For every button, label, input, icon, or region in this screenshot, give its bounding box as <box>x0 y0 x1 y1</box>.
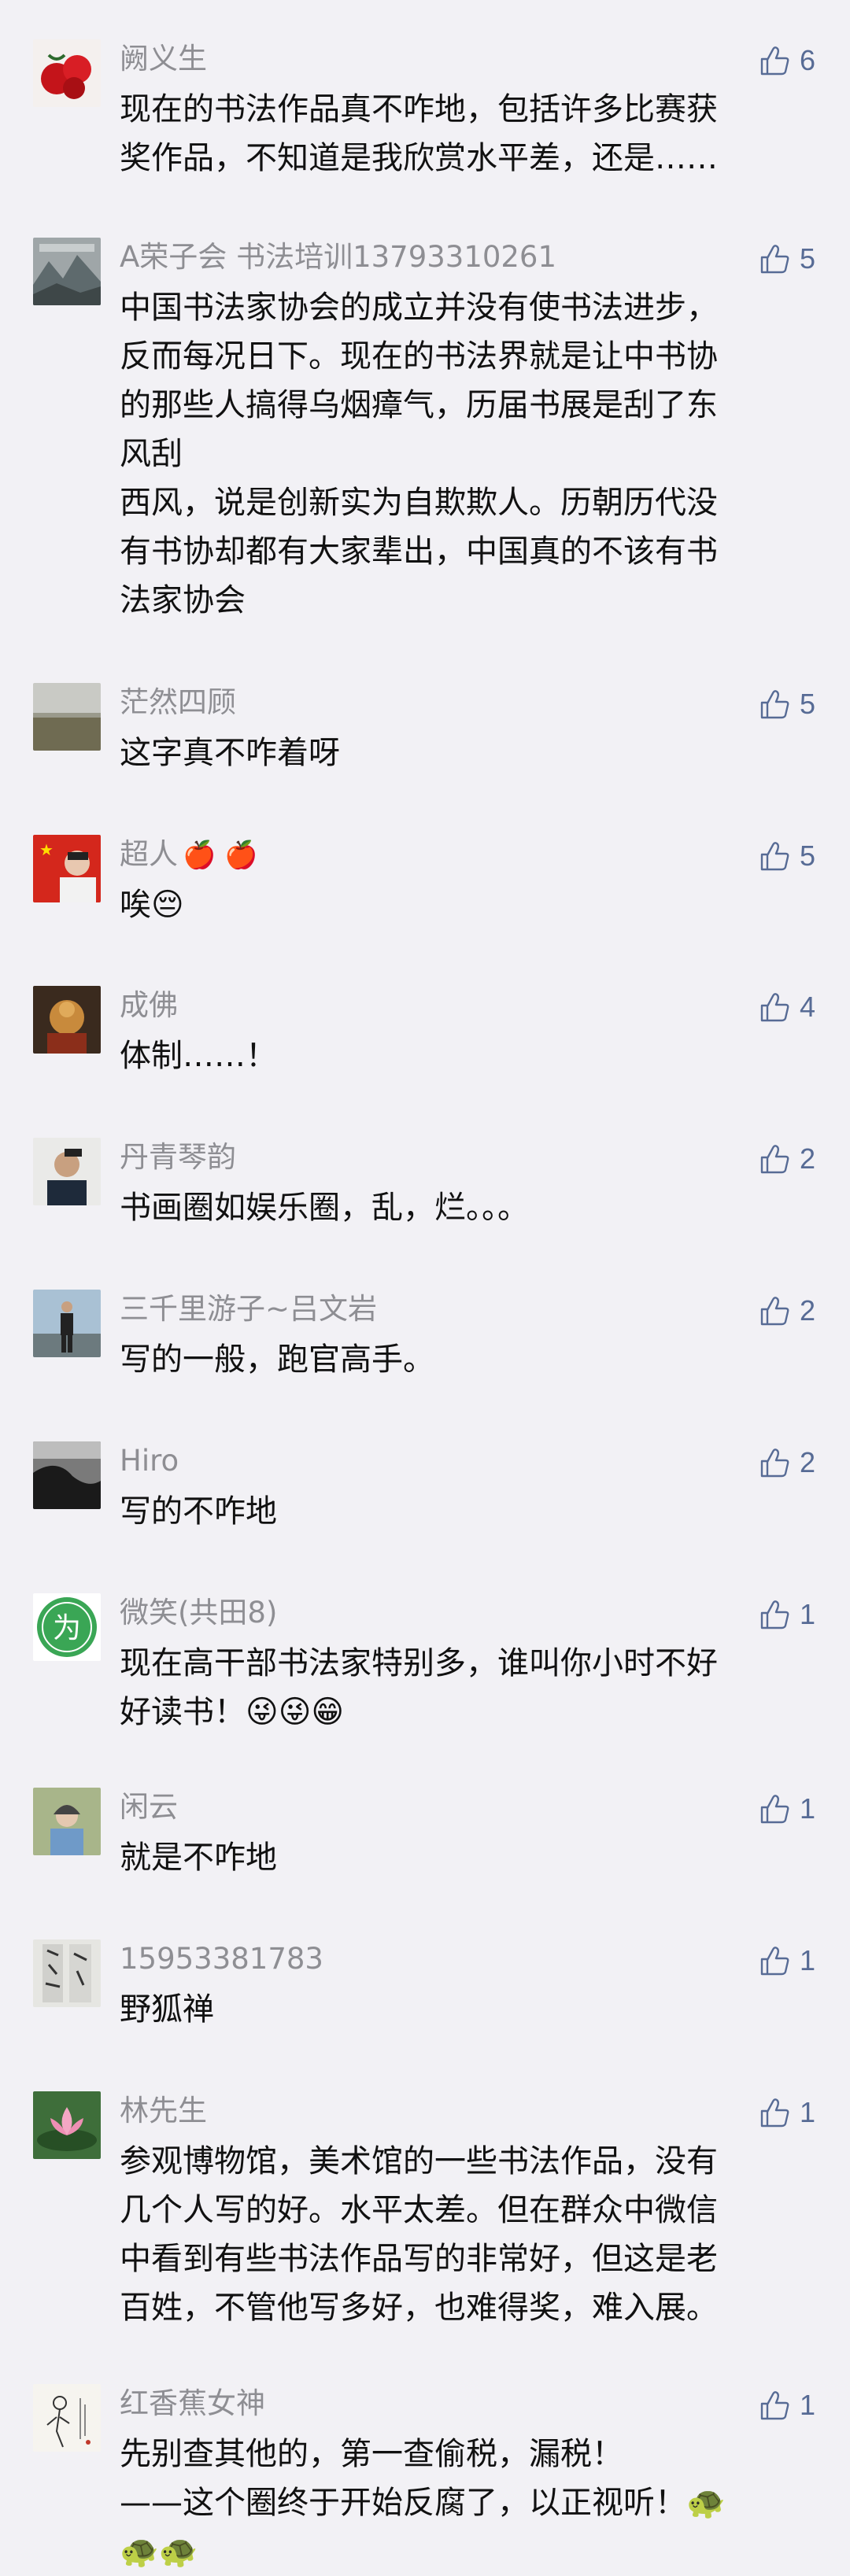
avatar[interactable] <box>33 2091 101 2159</box>
commenter-name-text: 闲云 <box>120 1790 178 1824</box>
thumbs-up-icon <box>760 690 789 719</box>
avatar[interactable]: 为 <box>33 1593 101 1661</box>
comment-text: 现在高干部书法家特别多，谁叫你小时不好 好读书！😜😜😁 <box>120 1645 718 1730</box>
like-button[interactable]: 1 <box>757 1595 817 1634</box>
thumbs-up-icon <box>760 993 789 1022</box>
commenter-name[interactable]: A荣子会 书法培训13793310261 <box>120 238 556 277</box>
like-button[interactable]: 1 <box>757 1941 817 1980</box>
comment-text: 现在的书法作品真不咋地，包括许多比赛获 奖作品，不知道是我欣赏水平差，还是…… <box>120 91 718 176</box>
commenter-name[interactable]: 林先生 <box>120 2091 207 2131</box>
commenter-name[interactable]: Hiro <box>120 1441 179 1481</box>
apple-emoji: 🍎 🍎 <box>183 840 258 871</box>
thumbs-up-icon <box>760 245 789 274</box>
comment-text: 参观博物馆，美术馆的一些书法作品，没有 几个人写的好。水平太差。但在群众中微信 … <box>120 2143 718 2326</box>
comment-text: 就是不咋地 <box>120 1840 277 1876</box>
thumbs-up-icon <box>760 842 789 871</box>
thumbs-up-icon <box>760 1297 789 1326</box>
like-button[interactable]: 5 <box>757 836 817 876</box>
like-count: 2 <box>800 1294 816 1327</box>
commenter-name-text: 超人 <box>120 837 178 871</box>
comment-list: 阙义生 6 现在的书法作品真不咋地，包括许多比赛获 奖作品，不知道是我欣赏水平差，还… <box>0 0 850 2574</box>
commenter-name[interactable]: 微笑(共田8) <box>120 1593 277 1633</box>
thumbs-up-icon <box>760 1145 789 1174</box>
thumbs-up-icon <box>760 46 789 76</box>
avatar[interactable] <box>33 683 101 751</box>
commenter-name[interactable]: 丹青琴韵 <box>120 1138 236 1177</box>
comment-text: 野狐禅 <box>120 1991 214 2028</box>
avatar[interactable] <box>33 1939 101 2007</box>
like-count: 5 <box>800 242 816 275</box>
avatar[interactable] <box>33 1290 101 1357</box>
like-button[interactable]: 4 <box>757 987 817 1027</box>
avatar[interactable] <box>33 39 101 107</box>
comment-text: 书画圈如娱乐圈，乱，烂。。。 <box>120 1190 529 1226</box>
commenter-name[interactable]: 阙义生 <box>120 39 207 79</box>
thumbs-up-icon <box>760 1600 789 1629</box>
commenter-name[interactable]: 成佛 <box>120 986 178 1025</box>
like-count: 6 <box>800 44 816 76</box>
like-count: 1 <box>800 2389 816 2421</box>
avatar[interactable] <box>33 2384 101 2452</box>
commenter-name-text: Hiro <box>120 1444 179 1478</box>
like-count: 1 <box>800 1792 816 1825</box>
like-button[interactable]: 2 <box>757 1291 817 1330</box>
comment-text: 唉😔 <box>120 887 184 923</box>
like-button[interactable]: 5 <box>757 239 817 279</box>
thumbs-up-icon <box>760 1947 789 1976</box>
commenter-name-text: 红香蕉女神 <box>120 2386 265 2420</box>
like-button[interactable]: 6 <box>757 41 817 80</box>
like-button[interactable]: 2 <box>757 1443 817 1482</box>
commenter-name[interactable]: 红香蕉女神 <box>120 2384 265 2423</box>
commenter-name-text: 15953381783 <box>120 1942 323 1976</box>
like-button[interactable]: 1 <box>757 2386 817 2425</box>
avatar[interactable] <box>33 238 101 305</box>
comment-text: 写的一般，跑官高手。 <box>120 1342 434 1378</box>
commenter-name-text: 三千里游子~吕文岩 <box>120 1292 378 1326</box>
avatar[interactable] <box>33 1138 101 1205</box>
avatar[interactable] <box>33 1441 101 1509</box>
commenter-name[interactable]: 超人 🍎 🍎 <box>120 835 257 874</box>
comment-text: 写的不咋地 <box>120 1493 277 1530</box>
commenter-name-text: 成佛 <box>120 988 178 1022</box>
avatar[interactable]: ★ <box>33 835 101 902</box>
commenter-name-text: 阙义生 <box>120 42 207 76</box>
commenter-name-text: 林先生 <box>120 2094 207 2128</box>
like-button[interactable]: 2 <box>757 1139 817 1179</box>
thumbs-up-icon <box>760 1449 789 1478</box>
like-button[interactable]: 1 <box>757 2093 817 2132</box>
thumbs-up-icon <box>760 2391 789 2420</box>
like-button[interactable]: 1 <box>757 1789 817 1829</box>
like-button[interactable]: 5 <box>757 685 817 724</box>
commenter-name[interactable]: 三千里游子~吕文岩 <box>120 1290 377 1329</box>
like-count: 1 <box>800 1598 816 1630</box>
commenter-name-text: 微笑(共田8) <box>120 1596 278 1629</box>
commenter-name[interactable]: 15953381783 <box>120 1939 323 1979</box>
commenter-name-text: 茫然四顾 <box>120 685 236 719</box>
thumbs-up-icon <box>760 2098 789 2128</box>
avatar[interactable] <box>33 986 101 1054</box>
commenter-name-text: A荣子会 书法培训13793310261 <box>120 240 557 274</box>
like-count: 2 <box>800 1142 816 1175</box>
like-count: 4 <box>800 991 816 1023</box>
comment-text: 中国书法家协会的成立并没有使书法进步， 反而每况日下。现在的书法界就是让中书协 … <box>120 290 718 618</box>
thumbs-up-icon <box>760 1795 789 1824</box>
comment-text: 这字真不咋着呀 <box>120 735 340 771</box>
commenter-name[interactable]: 茫然四顾 <box>120 683 236 722</box>
like-count: 5 <box>800 840 816 872</box>
like-count: 2 <box>800 1446 816 1478</box>
comment-text: 先别查其他的，第一查偷税，漏税！ ——这个圈终于开始反腐了，以正视听！🐢 🐢🐢 <box>120 2436 726 2570</box>
commenter-name[interactable]: 闲云 <box>120 1788 178 1827</box>
comment-text: 体制……！ <box>120 1038 277 1074</box>
like-count: 1 <box>800 2096 816 2128</box>
svg-text:为: 为 <box>53 1612 81 1644</box>
svg-text:★: ★ <box>39 840 54 859</box>
like-count: 5 <box>800 688 816 720</box>
like-count: 1 <box>800 1944 816 1976</box>
avatar[interactable] <box>33 1788 101 1855</box>
commenter-name-text: 丹青琴韵 <box>120 1140 236 1174</box>
